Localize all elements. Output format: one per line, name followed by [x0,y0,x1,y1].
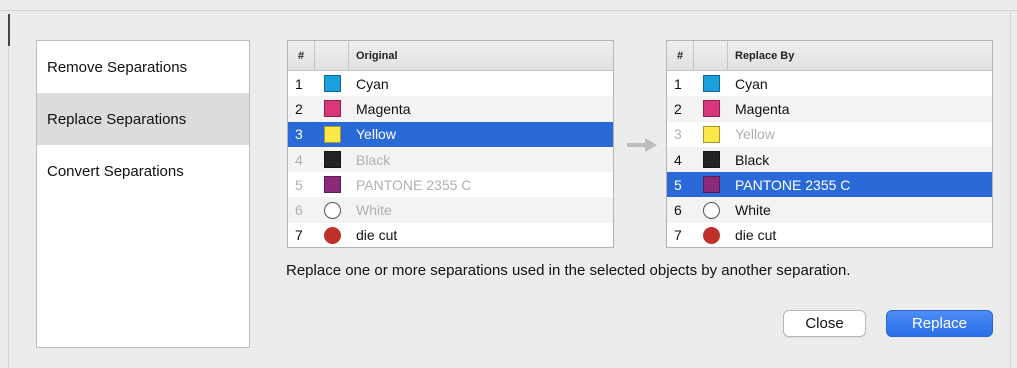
table-row[interactable]: 5 PANTONE 2355 C [667,172,992,198]
color-swatch-icon [323,125,341,143]
separation-name: die cut [735,227,777,244]
sidebar-item-label: Remove Separations [47,58,188,76]
swatch-cell [694,151,728,169]
row-number: 5 [295,176,303,193]
separation-name: Cyan [735,75,768,92]
row-number: 3 [295,126,303,143]
row-number: 4 [674,151,682,168]
swatch-cell [694,75,728,93]
color-swatch-circle-icon [323,201,341,219]
swatch-cell [694,201,728,219]
separation-name: Magenta [356,100,411,117]
original-separations-table: # Original 1 Cyan 2 Magenta 3 Yellow 4 Black 5 PA… [287,40,614,248]
replace-button[interactable]: Replace [886,310,993,337]
window-right-border [1010,10,1011,368]
table-row[interactable]: 2 Magenta [288,96,613,122]
column-header-swatch[interactable] [694,41,728,70]
table-row[interactable]: 7 die cut [667,223,992,247]
sidebar-item-replace-separations[interactable]: Replace Separations [37,93,249,145]
close-button[interactable]: Close [783,310,866,337]
color-swatch-icon [702,125,720,143]
table-row[interactable]: 2 Magenta [667,96,992,122]
separation-name: Magenta [735,100,790,117]
swatch-cell [315,176,349,194]
row-number: 1 [295,75,303,92]
table-row[interactable]: 4 Black [667,146,992,173]
separation-name: die cut [356,227,398,244]
right-arrow-icon [627,138,657,152]
color-swatch-circle-icon [702,201,720,219]
table-row[interactable]: 7 die cut [288,223,613,247]
swatch-cell [315,75,349,93]
table-header: # Original [288,41,613,71]
operation-list: Remove Separations Replace Separations C… [36,40,250,348]
description-text: Replace one or more separations used in … [286,262,851,279]
color-swatch-circle-icon [323,226,341,244]
column-header-number[interactable]: # [288,41,315,70]
separation-name: White [735,202,771,219]
swatch-cell [694,176,728,194]
row-number: 5 [674,176,682,193]
window-top-border [0,10,1017,11]
swatch-cell [315,226,349,244]
column-header-number[interactable]: # [667,41,694,70]
swatch-cell [315,201,349,219]
separation-name: Black [356,151,391,168]
swatch-cell [315,151,349,169]
color-swatch-icon [323,176,341,194]
table-row: 3 Yellow [667,122,992,147]
row-number: 7 [295,227,303,244]
row-number: 4 [295,151,303,168]
color-swatch-icon [702,151,720,169]
column-header-original[interactable]: Original [349,50,398,62]
row-number: 6 [674,202,682,219]
replace-by-separations-table: # Replace By 1 Cyan 2 Magenta 3 Yellow 4 Black 5… [666,40,993,248]
table-row: 5 PANTONE 2355 C [288,172,613,197]
separation-name: Yellow [356,126,396,143]
row-number: 2 [295,100,303,117]
column-header-swatch[interactable] [315,41,349,70]
separation-name: Cyan [356,75,389,92]
table-row: 6 White [288,197,613,223]
swatch-cell [694,125,728,143]
window-left-border [8,46,9,368]
sidebar-item-convert-separations[interactable]: Convert Separations [37,145,249,197]
text-cursor [8,14,10,46]
swatch-cell [694,226,728,244]
table-row[interactable]: 6 White [667,197,992,223]
table-row: 4 Black [288,146,613,173]
column-header-replace-by[interactable]: Replace By [728,50,794,62]
separation-name: PANTONE 2355 C [735,176,851,193]
row-number: 6 [295,202,303,219]
color-swatch-icon [323,151,341,169]
row-number: 1 [674,75,682,92]
separation-name: PANTONE 2355 C [356,176,472,193]
swatch-cell [315,100,349,118]
separation-name: Yellow [735,126,775,143]
sidebar-item-label: Replace Separations [47,110,187,128]
color-swatch-icon [702,176,720,194]
table-row[interactable]: 1 Cyan [667,71,992,96]
color-swatch-icon [702,75,720,93]
color-swatch-icon [323,100,341,118]
table-header: # Replace By [667,41,992,71]
separation-name: Black [735,151,770,168]
color-swatch-circle-icon [702,226,720,244]
table-row[interactable]: 1 Cyan [288,71,613,96]
row-number: 7 [674,227,682,244]
color-swatch-icon [323,75,341,93]
separation-name: White [356,202,392,219]
color-swatch-icon [702,100,720,118]
swatch-cell [315,125,349,143]
row-number: 3 [674,126,682,143]
row-number: 2 [674,100,682,117]
sidebar-item-remove-separations[interactable]: Remove Separations [37,41,249,93]
table-row[interactable]: 3 Yellow [288,121,613,147]
sidebar-item-label: Convert Separations [47,162,184,180]
swatch-cell [694,100,728,118]
